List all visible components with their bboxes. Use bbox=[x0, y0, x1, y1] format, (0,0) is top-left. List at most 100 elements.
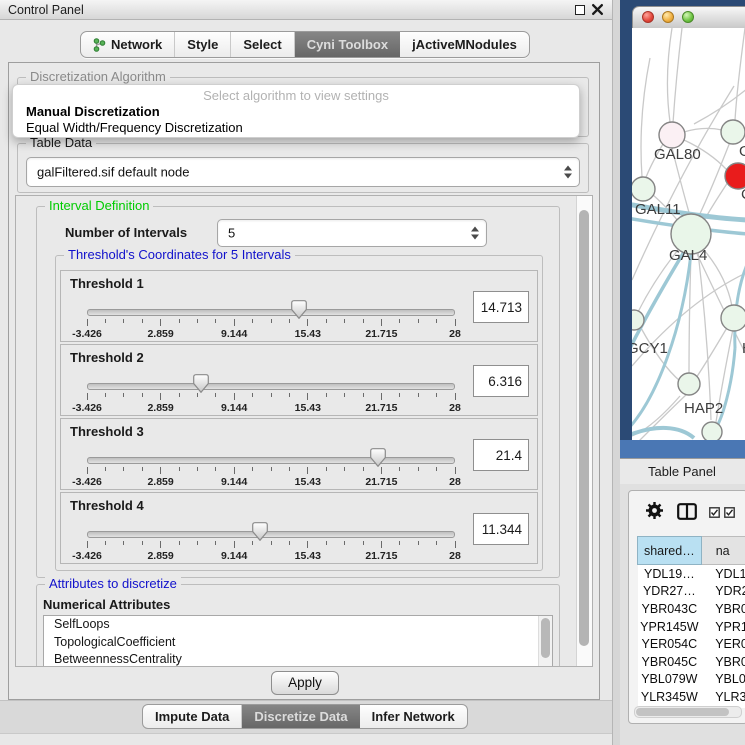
slider-thumb[interactable] bbox=[193, 374, 209, 393]
table-cell[interactable]: YPR1 bbox=[701, 618, 745, 636]
table-row[interactable]: YBR043CYBR0 bbox=[638, 600, 745, 618]
checked-box-icon[interactable] bbox=[709, 507, 720, 518]
option-manual-discretization[interactable]: Manual Discretization bbox=[26, 104, 160, 119]
table-cell[interactable]: YBL079W bbox=[638, 671, 702, 689]
table-cell[interactable]: YDR2 bbox=[701, 583, 745, 601]
threshold-panel: Threshold 1 -3.4262.8599.14415.4321.7152… bbox=[60, 270, 538, 342]
threshold-slider[interactable]: -3.4262.8599.14415.4321.71528 bbox=[87, 297, 455, 339]
table-row[interactable]: YBR045CYBR0 bbox=[638, 653, 745, 671]
tab-impute-data[interactable]: Impute Data bbox=[143, 705, 242, 728]
network-node[interactable] bbox=[632, 177, 655, 201]
threshold-value-field[interactable]: 14.713 bbox=[473, 291, 529, 323]
table-row[interactable]: YLR345WYLR3 bbox=[638, 688, 745, 706]
threshold-slider[interactable]: -3.4262.8599.14415.4321.71528 bbox=[87, 371, 455, 413]
tab-jactivemnodules[interactable]: jActiveMNodules bbox=[400, 32, 529, 57]
table-row[interactable]: YBL079WYBL0 bbox=[638, 671, 745, 689]
thresholds-group-label: Threshold's Coordinates for 5 Intervals bbox=[64, 247, 295, 262]
numerical-attributes-list: SelfLoopsTopologicalCoefficientBetweenne… bbox=[43, 615, 553, 667]
gear-icon[interactable] bbox=[645, 501, 664, 520]
tab-cyni-toolbox[interactable]: Cyni Toolbox bbox=[295, 32, 400, 57]
float-window-icon[interactable] bbox=[575, 5, 585, 15]
table-cell[interactable]: YDL1 bbox=[701, 565, 745, 583]
threshold-slider[interactable]: -3.4262.8599.14415.4321.71528 bbox=[87, 519, 455, 561]
tick-mark bbox=[307, 393, 308, 400]
table-horizontal-scrollbar-thumb[interactable] bbox=[636, 708, 729, 716]
tick-mark bbox=[307, 541, 308, 548]
tick-label: 21.715 bbox=[365, 402, 397, 414]
tick-mark bbox=[234, 393, 235, 400]
network-node-label: HAP2 bbox=[684, 400, 723, 417]
attribute-list-item[interactable]: TopologicalCoefficient bbox=[44, 634, 552, 652]
table-cell[interactable]: YDL19… bbox=[638, 565, 702, 583]
tab-style[interactable]: Style bbox=[175, 32, 231, 57]
vertical-scrollbar-thumb[interactable] bbox=[579, 210, 589, 646]
attribute-list-item[interactable]: BetweennessCentrality bbox=[44, 651, 552, 667]
checked-box-icon[interactable] bbox=[724, 507, 735, 518]
table-row[interactable]: YER054CYER0 bbox=[638, 635, 745, 653]
tab-select[interactable]: Select bbox=[231, 32, 294, 57]
threshold-value-field[interactable]: 6.316 bbox=[473, 365, 529, 397]
table-cell[interactable]: YBL0 bbox=[701, 671, 745, 689]
table-cell[interactable]: YLR3 bbox=[701, 688, 745, 706]
network-edge bbox=[684, 128, 722, 132]
tab-network-label: Network bbox=[111, 37, 162, 52]
tab-infer-network[interactable]: Infer Network bbox=[360, 705, 467, 728]
tick-mark bbox=[271, 467, 272, 471]
minimize-traffic-light-icon[interactable] bbox=[662, 11, 674, 23]
threshold-panel: Threshold 4 -3.4262.8599.14415.4321.7152… bbox=[60, 492, 538, 564]
slider-ticks bbox=[87, 541, 455, 549]
zoom-traffic-light-icon[interactable] bbox=[682, 11, 694, 23]
table-cell[interactable]: YBR045C bbox=[638, 653, 702, 671]
slider-track[interactable] bbox=[87, 457, 455, 464]
tab-network[interactable]: Network bbox=[81, 32, 175, 57]
tick-mark bbox=[197, 467, 198, 471]
table-row[interactable]: YPR145WYPR1 bbox=[638, 618, 745, 636]
table-cell[interactable]: YPR145W bbox=[638, 618, 702, 636]
network-node[interactable] bbox=[678, 373, 700, 395]
tick-mark bbox=[326, 319, 327, 323]
threshold-value-field[interactable]: 11.344 bbox=[473, 513, 529, 545]
tab-discretize-data[interactable]: Discretize Data bbox=[242, 705, 359, 728]
attributes-scrollbar-thumb[interactable] bbox=[541, 618, 550, 658]
table-data-combobox[interactable]: galFiltered.sif default node bbox=[26, 157, 580, 187]
table-row[interactable]: YDR27…YDR2 bbox=[638, 583, 745, 601]
table-horizontal-scrollbar[interactable] bbox=[634, 706, 742, 718]
split-pane-icon[interactable] bbox=[677, 503, 697, 520]
attributes-scrollbar[interactable] bbox=[538, 616, 552, 667]
attribute-list-item[interactable]: SelfLoops bbox=[44, 616, 552, 634]
table-cell[interactable]: YER054C bbox=[638, 635, 702, 653]
network-node[interactable] bbox=[702, 422, 722, 440]
slider-thumb[interactable] bbox=[252, 522, 268, 541]
column-header-name[interactable]: na bbox=[701, 537, 745, 565]
table-cell[interactable]: YER0 bbox=[701, 635, 745, 653]
option-equal-width-frequency[interactable]: Equal Width/Frequency Discretization bbox=[26, 120, 243, 135]
threshold-slider[interactable]: -3.4262.8599.14415.4321.71528 bbox=[87, 445, 455, 487]
bottom-tabbar: Impute Data Discretize Data Infer Networ… bbox=[142, 704, 468, 729]
network-node[interactable] bbox=[659, 122, 685, 148]
table-cell[interactable]: YBR0 bbox=[701, 653, 745, 671]
threshold-value-field[interactable]: 21.4 bbox=[473, 439, 529, 471]
table-cell[interactable]: YDR27… bbox=[638, 583, 702, 601]
close-traffic-light-icon[interactable] bbox=[642, 11, 654, 23]
apply-button[interactable]: Apply bbox=[271, 671, 339, 695]
network-node[interactable] bbox=[721, 305, 745, 331]
slider-thumb[interactable] bbox=[370, 448, 386, 467]
network-canvas[interactable]: GAL80GCGAL11GAL4GCY1HHAP2 bbox=[632, 28, 745, 440]
slider-track[interactable] bbox=[87, 383, 455, 390]
network-window-titlebar[interactable] bbox=[632, 6, 745, 30]
network-node[interactable] bbox=[721, 120, 745, 144]
tick-mark bbox=[363, 467, 364, 471]
tick-mark bbox=[123, 393, 124, 397]
slider-thumb[interactable] bbox=[291, 300, 307, 319]
slider-track[interactable] bbox=[87, 531, 455, 538]
network-node-label: GCY1 bbox=[632, 340, 668, 357]
table-cell[interactable]: YLR345W bbox=[638, 688, 702, 706]
table-cell[interactable]: YBR0 bbox=[701, 600, 745, 618]
column-header-shared-name[interactable]: shared… bbox=[638, 537, 702, 565]
close-icon[interactable] bbox=[591, 3, 604, 16]
table-row[interactable]: YDL19…YDL1 bbox=[638, 565, 745, 583]
number-of-intervals-combobox[interactable]: 5 bbox=[217, 219, 487, 247]
vertical-scrollbar[interactable] bbox=[576, 196, 592, 666]
slider-track[interactable] bbox=[87, 309, 455, 316]
table-cell[interactable]: YBR043C bbox=[638, 600, 702, 618]
